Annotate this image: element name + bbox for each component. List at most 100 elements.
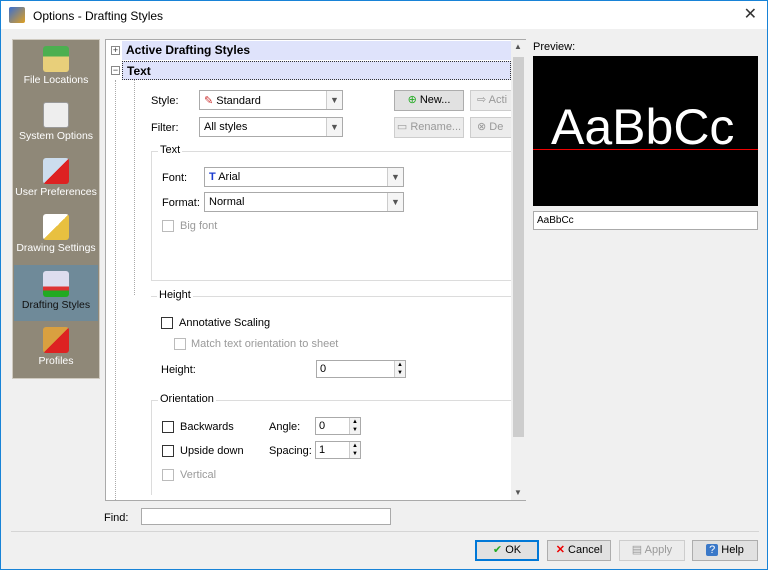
height-group: Height Annotative Scaling Match text ori… [151, 289, 516, 386]
spin-arrows-icon[interactable]: ▲ ▼ [394, 361, 405, 377]
height-spinner[interactable]: 0 ▲ ▼ [316, 360, 406, 378]
activate-label: Acti [488, 94, 508, 106]
scrollbar-thumb[interactable] [513, 57, 524, 437]
x-icon: ✕ [555, 544, 565, 556]
tree-node-text[interactable]: Text [122, 61, 511, 80]
nav-item-system-options[interactable]: System Options [14, 96, 98, 152]
help-button[interactable]: ? Help [692, 540, 758, 561]
expand-icon[interactable]: + [111, 46, 120, 55]
chevron-down-icon: ▼ [387, 168, 403, 186]
cancel-label: Cancel [568, 544, 603, 556]
separator [11, 531, 759, 532]
angle-label: Angle: [269, 421, 301, 433]
window-title: Options - Drafting Styles [33, 9, 164, 23]
checklist-icon [43, 102, 69, 128]
filter-value: All styles [204, 121, 248, 133]
folder-arrow-icon [43, 46, 69, 72]
preview-text-field[interactable]: AaBbCc [533, 211, 758, 230]
backwards-checkbox[interactable] [162, 421, 174, 433]
spacing-value: 1 [319, 444, 326, 456]
delete-label: De [489, 121, 504, 133]
style-icon: ✎ [204, 95, 217, 107]
nav-item-user-preferences[interactable]: User Preferences [14, 152, 98, 208]
plus-icon: ⊕ [407, 94, 417, 106]
arrow-right-icon: ⇨ [477, 94, 487, 106]
match-orientation-label: Match text orientation to sheet [191, 338, 339, 350]
activate-button[interactable]: ⇨ Acti [470, 90, 512, 111]
angle-spinner[interactable]: 0 ▲ ▼ [315, 417, 361, 435]
delete-icon: ⊗ [477, 121, 487, 133]
orientation-group: Orientation Backwards Upside down Vertic… [151, 393, 516, 495]
upside-down-checkbox[interactable] [162, 445, 174, 457]
ok-button[interactable]: ✔ OK [475, 540, 539, 561]
style-select[interactable]: ✎ Standard ▼ [199, 90, 343, 110]
tree-node-active-drafting-styles[interactable]: Active Drafting Styles [122, 41, 511, 60]
delete-button[interactable]: ⊗ De [470, 117, 512, 138]
rename-button[interactable]: ▭ Rename... [394, 117, 464, 138]
format-select[interactable]: Normal ▼ [204, 192, 404, 212]
font-value: Arial [218, 171, 241, 183]
rename-label: Rename... [410, 121, 462, 133]
scroll-up-icon[interactable]: ▲ [514, 42, 522, 51]
options-dialog: Options - Drafting Styles ✕ File Locatio… [0, 0, 768, 570]
vertical-checkbox[interactable] [162, 469, 174, 481]
collapse-icon[interactable]: − [111, 66, 120, 75]
spacing-label: Spacing: [269, 445, 312, 457]
font-select[interactable]: T Arial ▼ [204, 167, 404, 187]
filter-label: Filter: [151, 122, 179, 134]
drawing-settings-icon [43, 214, 69, 240]
title-bar: Options - Drafting Styles ✕ [1, 1, 767, 29]
nav-label: Drawing Settings [16, 242, 96, 254]
find-input[interactable] [141, 508, 391, 525]
preview-canvas: AaBbCc [533, 56, 758, 206]
nav-label: Drafting Styles [21, 299, 91, 311]
close-icon[interactable]: ✕ [744, 4, 757, 24]
spin-arrows-icon[interactable]: ▲ ▼ [349, 442, 360, 458]
nav-item-drawing-settings[interactable]: Drawing Settings [14, 208, 98, 264]
nav-item-profiles[interactable]: Profiles [14, 321, 98, 377]
big-font-checkbox[interactable] [162, 220, 174, 232]
spin-arrows-icon[interactable]: ▲ ▼ [349, 418, 360, 434]
spacing-spinner[interactable]: 1 ▲ ▼ [315, 441, 361, 459]
backwards-label: Backwards [180, 421, 234, 433]
annotative-scaling-checkbox[interactable] [161, 317, 173, 329]
nav-label: Profiles [38, 355, 74, 367]
preview-label: Preview: [533, 41, 576, 53]
upside-down-label: Upside down [180, 445, 244, 457]
apply-icon: ▤ [631, 544, 643, 556]
vertical-scrollbar[interactable]: ▲ ▼ [511, 40, 526, 500]
new-button[interactable]: ⊕ New... [394, 90, 464, 111]
chevron-down-icon: ▼ [387, 193, 403, 211]
tree-line [134, 80, 135, 295]
font-label: Font: [162, 172, 188, 184]
apply-label: Apply [644, 544, 673, 556]
ok-label: OK [505, 544, 522, 556]
help-icon: ? [706, 544, 719, 556]
cancel-button[interactable]: ✕ Cancel [547, 540, 611, 561]
format-value: Normal [209, 196, 245, 208]
style-value: Standard [216, 95, 261, 107]
format-label: Format: [162, 197, 200, 209]
scroll-down-icon[interactable]: ▼ [514, 488, 522, 497]
big-font-label: Big font [180, 220, 218, 232]
apply-button[interactable]: ▤ Apply [619, 540, 685, 561]
settings-panel: + Active Drafting Styles − Text Style: ✎… [105, 39, 526, 501]
drafting-styles-icon [43, 271, 69, 297]
rename-icon: ▭ [396, 121, 408, 133]
match-orientation-checkbox[interactable] [174, 338, 186, 350]
chevron-down-icon: ▼ [326, 91, 342, 109]
options-nav: File Locations System Options User Prefe… [12, 39, 100, 379]
filter-select[interactable]: All styles ▼ [199, 117, 343, 137]
vertical-label: Vertical [180, 469, 217, 481]
nav-item-file-locations[interactable]: File Locations [14, 40, 98, 96]
truetype-icon: T [209, 171, 216, 183]
style-label: Style: [151, 95, 179, 107]
find-label: Find: [104, 512, 129, 524]
tree-line [115, 80, 116, 500]
nav-item-drafting-styles[interactable]: Drafting Styles [14, 265, 98, 321]
chevron-down-icon: ▼ [326, 118, 342, 136]
nav-label: System Options [18, 130, 94, 142]
text-group: Text Font: T Arial ▼ Format: Normal ▼ Big … [151, 144, 516, 281]
profiles-icon [43, 327, 69, 353]
app-icon [9, 7, 25, 23]
